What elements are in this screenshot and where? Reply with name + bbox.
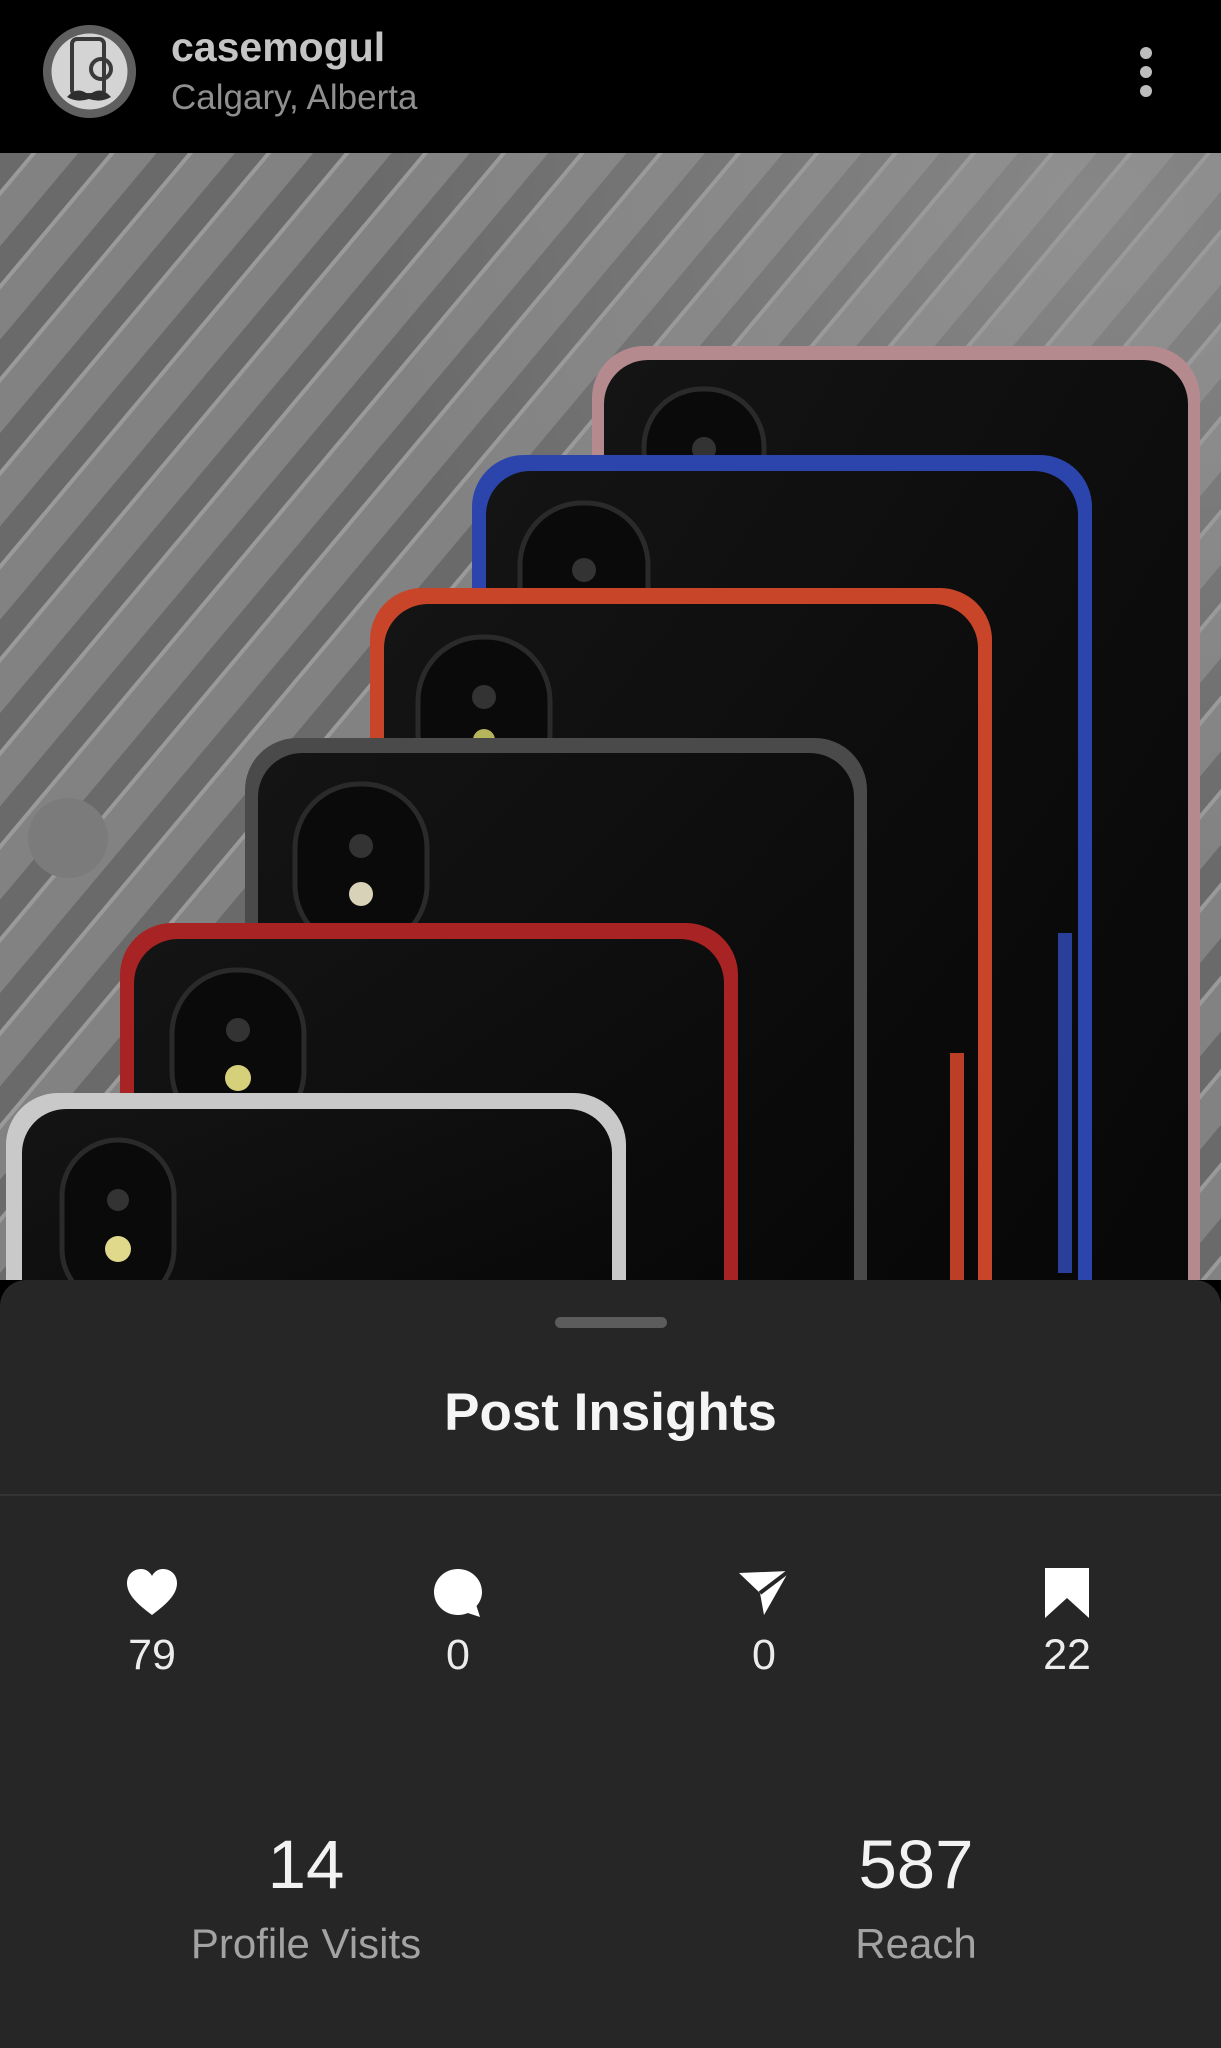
carousel-dot[interactable] (28, 798, 108, 878)
phone-monogram-logo (43, 25, 136, 118)
more-vertical-icon (1140, 47, 1152, 97)
bookmark-icon (1039, 1565, 1095, 1621)
location-label[interactable]: Calgary, Alberta (171, 78, 417, 118)
heart-icon (124, 1565, 180, 1621)
profile-visits-stat: 14 Profile Visits (96, 1825, 516, 1968)
username[interactable]: casemogul (171, 24, 385, 71)
drag-handle[interactable] (555, 1317, 667, 1328)
comment-icon (430, 1565, 486, 1621)
reach-stat: 587 Reach (706, 1825, 1126, 1968)
likes-metric: 79 (62, 1565, 242, 1680)
profile-visits-label: Profile Visits (190, 1920, 422, 1967)
shares-metric: 0 (674, 1565, 854, 1680)
post-image[interactable] (0, 153, 1221, 1280)
comments-count: 0 (446, 1631, 470, 1679)
saves-metric: 22 (977, 1565, 1157, 1680)
profile-visits-count: 14 (267, 1826, 345, 1903)
reach-label: Reach (855, 1920, 977, 1967)
divider (0, 1494, 1221, 1496)
phone-cases-photo (0, 153, 1221, 1280)
comments-metric: 0 (368, 1565, 548, 1680)
avatar[interactable] (43, 25, 136, 118)
saves-count: 22 (1043, 1631, 1091, 1679)
share-icon (736, 1565, 792, 1621)
post-insights-sheet: Post Insights 79 0 0 22 14 Profile Visit… (0, 1280, 1221, 2048)
sheet-title: Post Insights (444, 1383, 777, 1442)
shares-count: 0 (752, 1631, 776, 1679)
likes-count: 79 (128, 1631, 176, 1679)
more-options-button[interactable] (1120, 38, 1172, 108)
reach-count: 587 (858, 1826, 974, 1903)
post-header: casemogul Calgary, Alberta (0, 0, 1221, 153)
